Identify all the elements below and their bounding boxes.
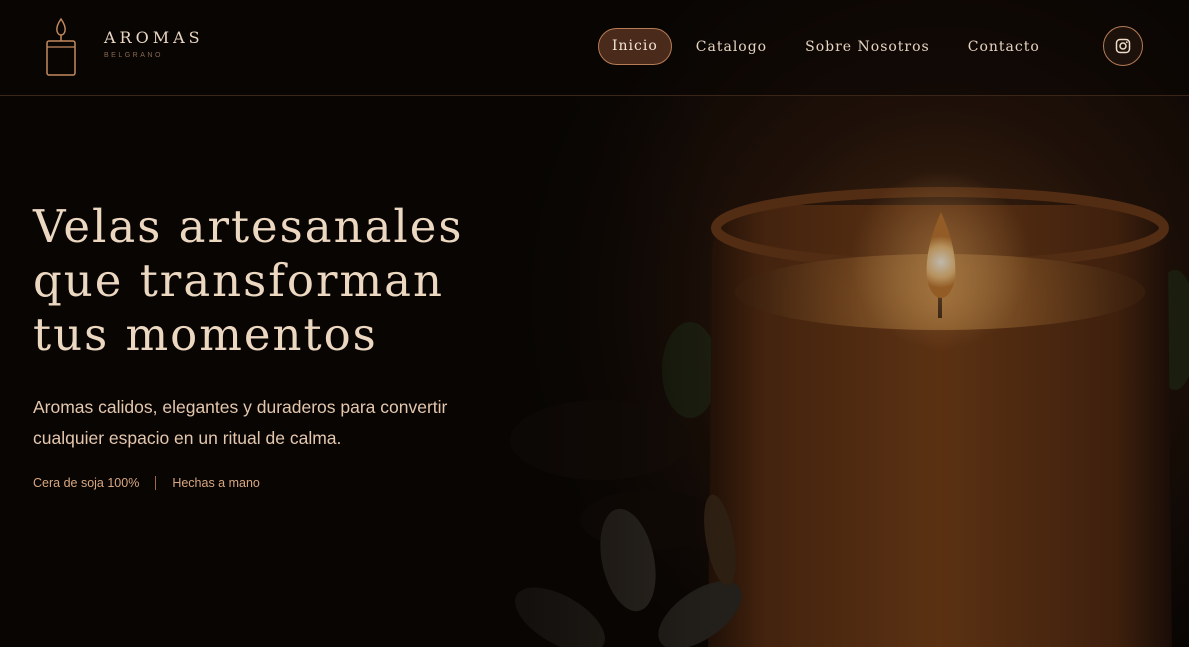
landing-page: AROMAS BELGRANO Inicio Catalogo Sobre No… (0, 0, 1189, 647)
candle-icon (46, 17, 76, 76)
nav-item-catalogo[interactable]: Catalogo (696, 39, 767, 55)
nav-item-inicio[interactable]: Inicio (598, 28, 672, 65)
hero-title-line: tus momentos (33, 308, 378, 361)
nav-item-contacto[interactable]: Contacto (968, 39, 1040, 55)
brand[interactable]: AROMAS BELGRANO (44, 16, 204, 78)
site-header: AROMAS BELGRANO Inicio Catalogo Sobre No… (0, 0, 1189, 96)
main-nav: Inicio Catalogo Sobre Nosotros Contacto (598, 28, 1040, 65)
instagram-icon (1115, 38, 1131, 54)
brand-text: AROMAS BELGRANO (104, 16, 204, 60)
tag-soy-wax: Cera de soja 100% (33, 476, 140, 490)
hero-title-line: que transforman (33, 254, 444, 307)
hero-description-line: cualquier espacio en un ritual de calma. (33, 428, 342, 448)
nav-item-sobre-nosotros[interactable]: Sobre Nosotros (805, 39, 930, 55)
hero-description: Aromas calidos, elegantes y duraderos pa… (33, 392, 503, 454)
brand-subtitle: BELGRANO (104, 52, 163, 59)
hero-tags: Cera de soja 100% Hechas a mano (33, 476, 503, 490)
brand-name: AROMAS (104, 28, 204, 47)
hero-title: Velas artesanales que transforman tus mo… (33, 200, 503, 362)
instagram-button[interactable] (1103, 26, 1143, 66)
hero-section: Velas artesanales que transforman tus mo… (33, 200, 503, 490)
hero-description-line: Aromas calidos, elegantes y duraderos pa… (33, 397, 448, 417)
hero-title-line: Velas artesanales (33, 200, 464, 253)
tag-divider (155, 476, 157, 490)
tag-handmade: Hechas a mano (172, 476, 260, 490)
